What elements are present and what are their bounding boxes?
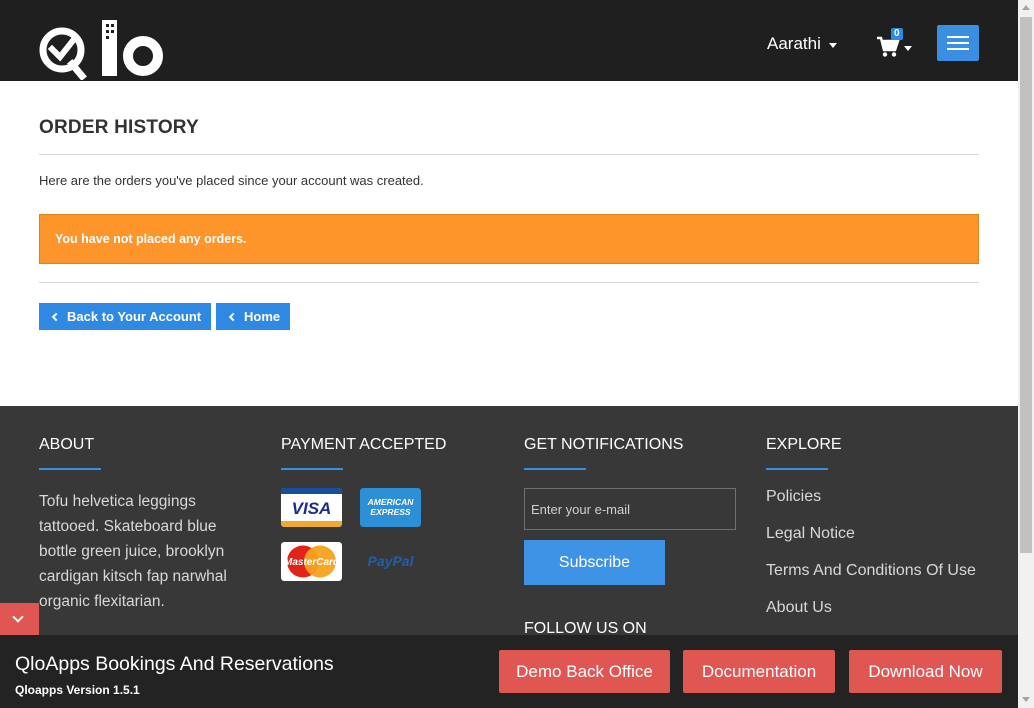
paypal-label: PayPal bbox=[368, 553, 415, 569]
menu-toggle-button[interactable] bbox=[937, 25, 979, 61]
user-account-menu[interactable]: Aarathi bbox=[767, 34, 837, 54]
no-orders-alert: You have not placed any orders. bbox=[39, 214, 979, 264]
back-to-account-label: Back to Your Account bbox=[67, 309, 202, 324]
documentation-button[interactable]: Documentation bbox=[683, 650, 835, 693]
explore-heading: EXPLORE bbox=[766, 436, 842, 453]
heading-underline bbox=[281, 468, 343, 470]
visa-card-label: VISA bbox=[292, 499, 332, 518]
heading-underline bbox=[524, 468, 586, 470]
heading-underline bbox=[766, 468, 828, 470]
scroll-down-arrow-icon[interactable] bbox=[1022, 697, 1030, 702]
back-to-account-button[interactable]: Back to Your Account bbox=[39, 303, 212, 330]
chevron-left-icon bbox=[51, 312, 61, 321]
page-title: ORDER HISTORY bbox=[39, 117, 199, 138]
product-version: Qloapps Version 1.5.1 bbox=[15, 683, 140, 697]
amex-card-label: EXPRESS bbox=[370, 507, 410, 517]
scrollbar-thumb[interactable] bbox=[1020, 17, 1032, 553]
notifications-heading: GET NOTIFICATIONS bbox=[524, 436, 684, 453]
footer-link-legal-notice[interactable]: Legal Notice bbox=[766, 525, 855, 543]
site-header: Aarathi 0 bbox=[0, 0, 1018, 81]
caret-down-icon bbox=[904, 46, 912, 51]
chevron-left-icon bbox=[228, 312, 238, 321]
home-button[interactable]: Home bbox=[216, 303, 291, 330]
divider bbox=[39, 282, 979, 283]
mastercard-icon: MasterCard bbox=[281, 542, 342, 581]
divider bbox=[39, 154, 979, 155]
amex-card-icon: AMERICAN EXPRESS bbox=[360, 488, 421, 527]
user-name: Aarathi bbox=[767, 34, 821, 53]
scroll-up-arrow-icon[interactable] bbox=[1022, 5, 1030, 10]
payment-heading: PAYMENT ACCEPTED bbox=[281, 436, 447, 453]
about-text: Tofu helvetica leggings tattooed. Skateb… bbox=[39, 493, 227, 610]
chevron-down-icon bbox=[12, 611, 24, 623]
home-label: Home bbox=[244, 309, 281, 324]
amex-card-label: AMERICAN bbox=[367, 497, 415, 507]
hamburger-bar bbox=[947, 48, 969, 50]
footer-link-about-us[interactable]: About Us bbox=[766, 599, 832, 617]
page-scrollbar[interactable] bbox=[1018, 0, 1034, 708]
cart-count-badge: 0 bbox=[891, 28, 903, 40]
newsletter-email-input[interactable] bbox=[524, 488, 736, 530]
mastercard-label: MasterCard bbox=[284, 557, 340, 568]
hamburger-bar bbox=[947, 36, 969, 38]
product-title: QloApps Bookings And Reservations bbox=[15, 653, 334, 675]
cart-button[interactable]: 0 bbox=[876, 28, 916, 58]
paypal-icon: PayPal bbox=[360, 542, 421, 581]
about-heading: ABOUT bbox=[39, 436, 95, 453]
footer-link-terms[interactable]: Terms And Conditions Of Use bbox=[766, 562, 976, 580]
collapse-toggle-button[interactable] bbox=[0, 603, 39, 635]
footer-link-policies[interactable]: Policies bbox=[766, 488, 821, 506]
demo-back-office-button[interactable]: Demo Back Office bbox=[499, 650, 670, 693]
hamburger-bar bbox=[947, 42, 969, 44]
caret-down-icon bbox=[828, 42, 837, 48]
intro-text: Here are the orders you've placed since … bbox=[39, 173, 424, 188]
qlo-logo[interactable] bbox=[38, 18, 164, 80]
demo-bottom-bar: QloApps Bookings And Reservations Qloapp… bbox=[0, 635, 1018, 708]
download-now-button[interactable]: Download Now bbox=[849, 650, 1002, 693]
heading-underline bbox=[39, 468, 101, 470]
visa-card-icon: VISA bbox=[281, 488, 342, 527]
subscribe-button[interactable]: Subscribe bbox=[524, 540, 665, 585]
